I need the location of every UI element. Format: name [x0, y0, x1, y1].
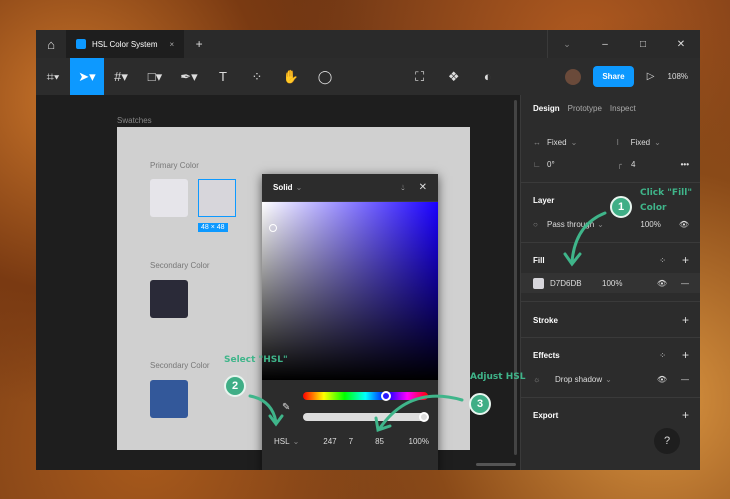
arrow-1: [570, 211, 607, 264]
arrow-3: [378, 394, 464, 430]
annotation-arrows: [248, 211, 607, 432]
